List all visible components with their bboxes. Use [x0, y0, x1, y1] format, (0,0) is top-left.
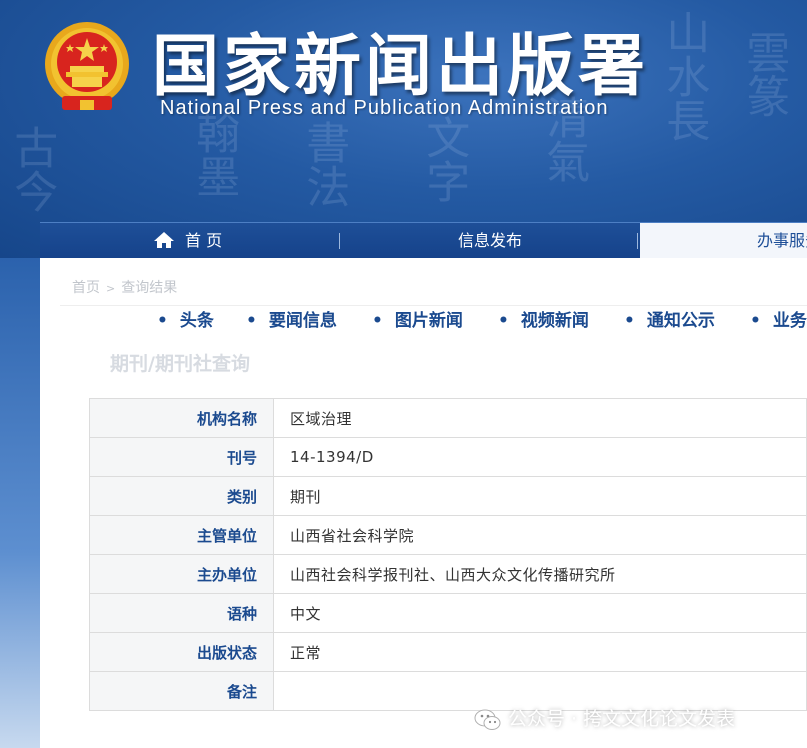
field-value: 正常 [273, 632, 807, 672]
subnav-label: 要闻信息 [268, 311, 337, 331]
table-row: 刊号 14-1394/D [89, 437, 807, 477]
subnav-label: 业务动态 [772, 311, 807, 331]
subnav-label: 视频新闻 [520, 311, 589, 331]
watermark: 公众号 · 挎文文化论文发表 [474, 704, 735, 730]
field-value: 山西社会科学报刊社、山西大众文化传播研究所 [273, 554, 807, 594]
page-side-background [0, 258, 40, 748]
table-row: 出版状态 正常 [89, 632, 807, 672]
calligraphy-background: 文字 [418, 115, 470, 203]
table-row: 主办单位 山西社会科学报刊社、山西大众文化传播研究所 [89, 554, 807, 594]
bullet-icon: • [750, 311, 761, 331]
field-label: 主管单位 [89, 515, 274, 555]
field-label: 语种 [89, 593, 274, 633]
subnav-label: 通知公示 [646, 311, 715, 331]
bullet-icon: • [246, 311, 257, 331]
subnav-label: 图片新闻 [394, 311, 463, 331]
nav-divider [637, 233, 638, 249]
subnav-item[interactable]: • 业务动态 [750, 306, 807, 331]
nav-home-label: 首 页 [185, 231, 223, 250]
breadcrumb-current: 查询结果 [121, 280, 178, 296]
bullet-icon: • [157, 311, 168, 331]
main-content: 首页 > 查询结果 • 头条 • 要闻信息 • 图片新闻 • 视频新闻 • 通知公示 • 业务动… [40, 258, 807, 748]
subnav-label: 头条 [179, 311, 214, 331]
site-title: 国家新闻出版署 [152, 27, 649, 105]
subnav-item[interactable]: • 通知公示 [624, 306, 715, 331]
bullet-icon: • [624, 311, 635, 331]
table-row: 语种 中文 [89, 593, 807, 633]
subnav-item[interactable]: • 视频新闻 [498, 306, 589, 331]
subnav-item[interactable]: • 要闻信息 [246, 306, 337, 331]
calligraphy-background: 古今 [6, 125, 58, 213]
record-table: 机构名称 区域治理 刊号 14-1394/D 类别 期刊 主管单位 山西省社会科学院 主… [89, 398, 807, 711]
calligraphy-background: 書法 [298, 120, 350, 208]
field-label: 主办单位 [89, 554, 274, 594]
field-value: 山西省社会科学院 [273, 515, 807, 555]
field-label: 备注 [89, 671, 274, 711]
field-value: 区域治理 [273, 398, 807, 438]
table-row: 主管单位 山西省社会科学院 [89, 515, 807, 555]
bullet-icon: • [372, 311, 383, 331]
subnav-item[interactable]: • 头条 [157, 306, 214, 331]
field-value: 期刊 [273, 476, 807, 516]
nav-info[interactable]: 信息发布 [458, 223, 522, 258]
national-emblem [45, 22, 129, 110]
page-title: 期刊/期刊社查询 [110, 353, 250, 375]
calligraphy-background: 山水長 [658, 10, 710, 142]
table-row: 类别 期刊 [89, 476, 807, 516]
watermark-text: 公众号 · 挎文文化论文发表 [508, 708, 736, 730]
breadcrumb: 首页 > 查询结果 [72, 277, 177, 297]
nav-home[interactable]: 首 页 [153, 223, 222, 258]
subnav-item[interactable]: • 图片新闻 [372, 306, 463, 331]
nav-divider [339, 233, 340, 249]
sub-navigation: • 头条 • 要闻信息 • 图片新闻 • 视频新闻 • 通知公示 • 业务动态 [40, 306, 807, 332]
field-value: 14-1394/D [273, 437, 807, 477]
wechat-icon [474, 709, 501, 730]
nav-service[interactable]: 办事服务 [640, 223, 807, 258]
breadcrumb-separator-icon: > [106, 282, 116, 295]
field-label: 出版状态 [89, 632, 274, 672]
home-icon [154, 232, 174, 248]
calligraphy-background: 雲篆 [738, 30, 790, 118]
bullet-icon: • [498, 311, 509, 331]
site-subtitle: National Press and Publication Administr… [160, 97, 609, 119]
calligraphy-background: 翰墨 [188, 110, 240, 198]
breadcrumb-home[interactable]: 首页 [72, 280, 100, 296]
field-label: 刊号 [89, 437, 274, 477]
main-navbar: 首 页 信息发布 办事服务 [40, 222, 807, 258]
field-value: 中文 [273, 593, 807, 633]
table-row: 机构名称 区域治理 [89, 398, 807, 438]
field-label: 机构名称 [89, 398, 274, 438]
field-label: 类别 [89, 476, 274, 516]
site-header: 翰墨 書法 文字 清氣 山水長 雲篆 古今 国家新闻出版署 National P… [0, 0, 807, 258]
